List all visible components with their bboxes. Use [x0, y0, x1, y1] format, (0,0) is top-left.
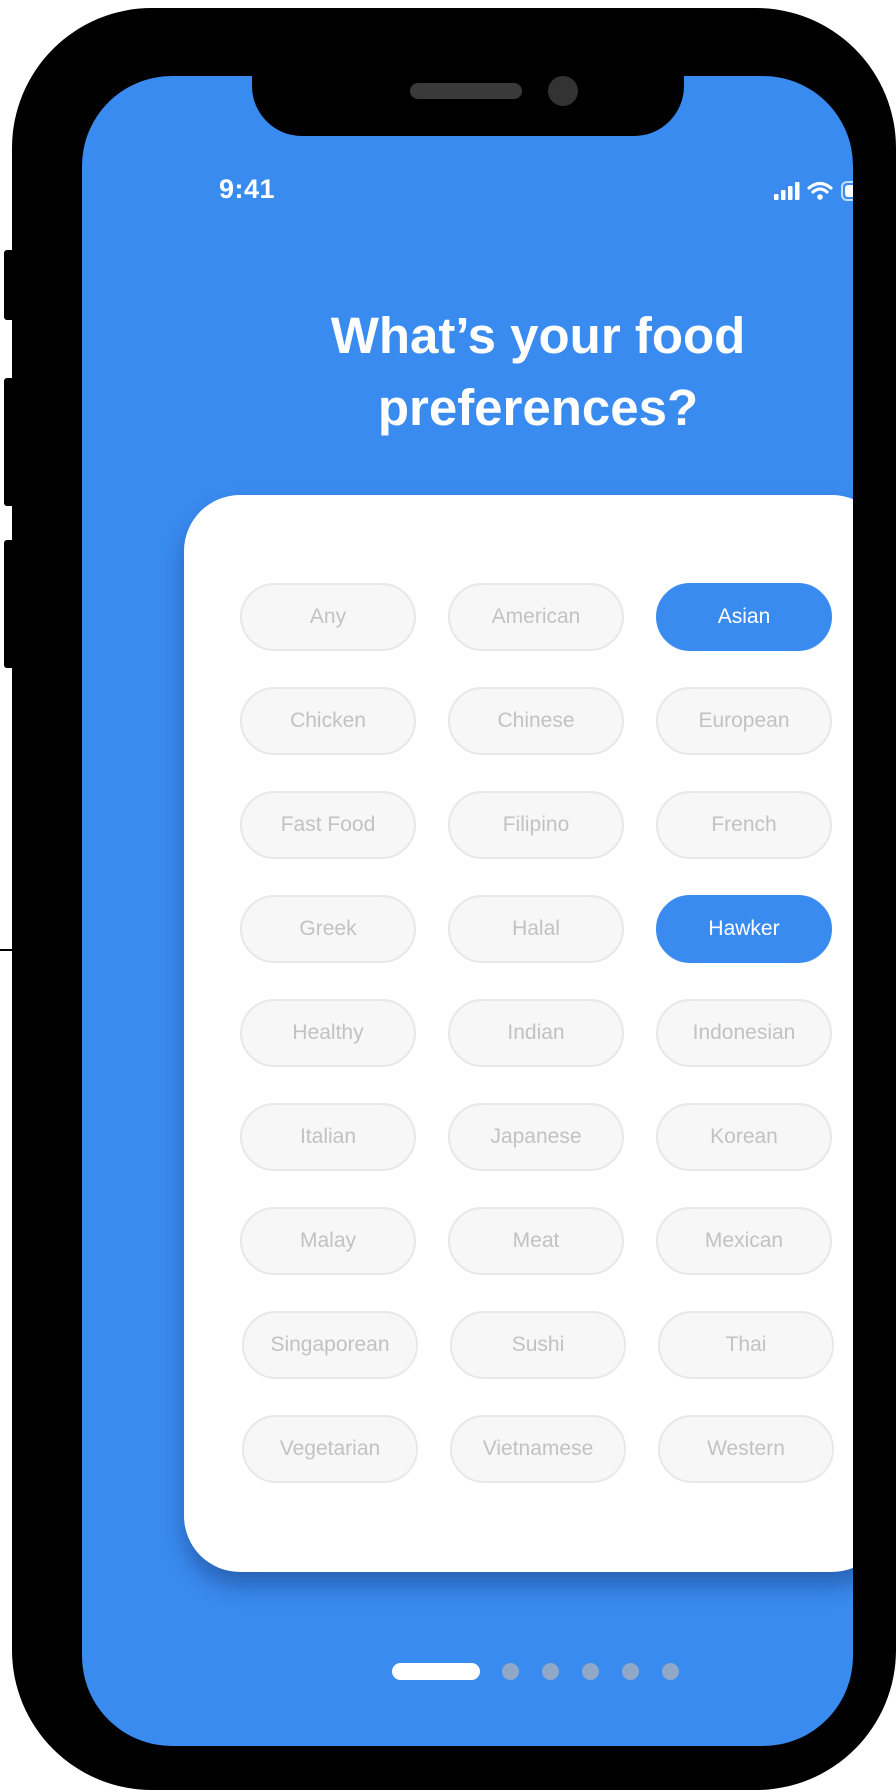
chip-fast-food[interactable]: Fast Food: [240, 791, 416, 859]
chip-hawker[interactable]: Hawker: [656, 895, 832, 963]
chip-asian[interactable]: Asian: [656, 583, 832, 651]
chip-healthy[interactable]: Healthy: [240, 999, 416, 1067]
chip-singaporean[interactable]: Singaporean: [242, 1311, 418, 1379]
preferences-card: Any American Asian Chicken Chinese European Fa…: [184, 495, 853, 1572]
page-dot-4[interactable]: [582, 1663, 599, 1680]
status-icons: [774, 181, 853, 201]
chip-italian[interactable]: Italian: [240, 1103, 416, 1171]
page-dot-5[interactable]: [622, 1663, 639, 1680]
chip-vegetarian[interactable]: Vegetarian: [242, 1415, 418, 1483]
page-title: What’s your food preferences?: [242, 300, 834, 444]
chip-indian[interactable]: Indian: [448, 999, 624, 1067]
chip-chinese[interactable]: Chinese: [448, 687, 624, 755]
chip-greek[interactable]: Greek: [240, 895, 416, 963]
chip-vietnamese[interactable]: Vietnamese: [450, 1415, 626, 1483]
chip-indonesian[interactable]: Indonesian: [656, 999, 832, 1067]
page-dot-3[interactable]: [542, 1663, 559, 1680]
page-indicator: [392, 1661, 692, 1681]
cellular-signal-icon: [774, 182, 800, 200]
phone-frame: 9:41 What’s your food preferences? Any A…: [12, 8, 896, 1790]
front-camera: [548, 76, 578, 106]
battery-icon: [841, 181, 853, 201]
chip-halal[interactable]: Halal: [448, 895, 624, 963]
status-time: 9:41: [219, 174, 276, 204]
chip-american[interactable]: American: [448, 583, 624, 651]
chip-japanese[interactable]: Japanese: [448, 1103, 624, 1171]
chip-thai[interactable]: Thai: [658, 1311, 834, 1379]
chip-chicken[interactable]: Chicken: [240, 687, 416, 755]
screen: 9:41 What’s your food preferences? Any A…: [82, 76, 853, 1746]
page-dot-1[interactable]: [392, 1663, 480, 1680]
chip-sushi[interactable]: Sushi: [450, 1311, 626, 1379]
page-title-line-1: What’s your food: [330, 307, 746, 364]
chip-western[interactable]: Western: [658, 1415, 834, 1483]
wifi-icon: [807, 181, 833, 200]
chip-european[interactable]: European: [656, 687, 832, 755]
chip-meat[interactable]: Meat: [448, 1207, 624, 1275]
chip-malay[interactable]: Malay: [240, 1207, 416, 1275]
page-dot-2[interactable]: [502, 1663, 519, 1680]
page-title-line-2: preferences?: [377, 379, 699, 436]
chip-korean[interactable]: Korean: [656, 1103, 832, 1171]
chip-filipino[interactable]: Filipino: [448, 791, 624, 859]
device-stage: 9:41 What’s your food preferences? Any A…: [0, 0, 896, 1792]
chip-mexican[interactable]: Mexican: [656, 1207, 832, 1275]
page-dot-6[interactable]: [662, 1663, 679, 1680]
chip-any[interactable]: Any: [240, 583, 416, 651]
chip-french[interactable]: French: [656, 791, 832, 859]
speaker: [410, 83, 522, 99]
